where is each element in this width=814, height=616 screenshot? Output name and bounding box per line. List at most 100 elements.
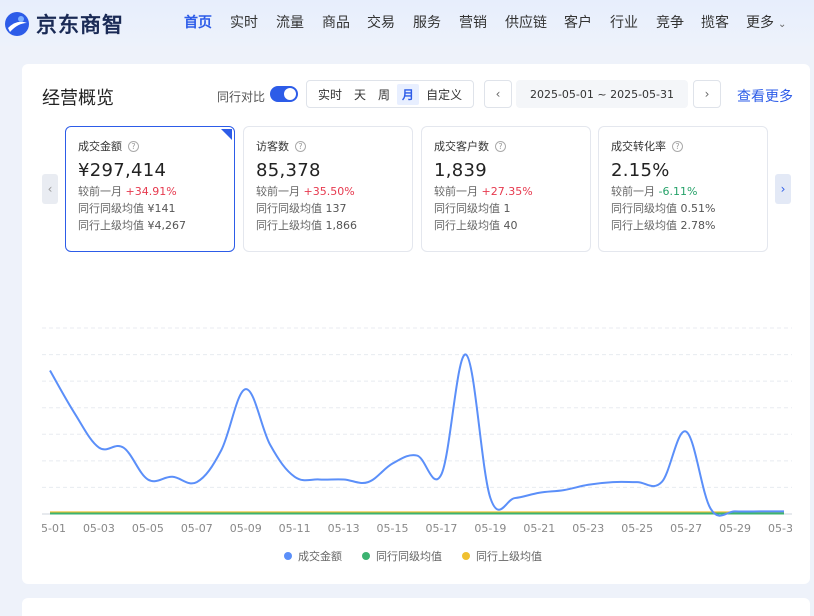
kpi-peer-same-row: 同行同级均值 137 — [256, 200, 412, 217]
peer-same-label: 同行同级均值 — [78, 202, 144, 215]
chevron-right-icon: › — [704, 87, 710, 101]
x-tick-label: 05-29 — [719, 522, 751, 535]
kpi-value: ¥297,414 — [78, 160, 167, 181]
x-tick-label: 05-25 — [621, 522, 653, 535]
trend-line-chart: 05-01 05-03 05-05 05-07 05-09 05-11 05-13 05-15… — [42, 327, 792, 535]
chevron-down-icon: ⌄ — [778, 19, 787, 30]
peer-upper-label: 同行上级均值 — [434, 219, 500, 232]
question-mark-icon[interactable]: ? — [495, 140, 506, 152]
nav-item-8[interactable]: 客户 — [564, 0, 592, 46]
nav-item-label: 更多 — [746, 15, 774, 31]
kpi-peer-same-row: 同行同级均值 ¥141 — [78, 200, 234, 217]
x-tick-label: 05-03 — [83, 522, 115, 535]
kpi-scroll-right-button[interactable]: › — [775, 174, 791, 204]
nav-item-5[interactable]: 服务 — [413, 0, 441, 46]
brand-logo-icon — [5, 12, 29, 36]
nav-item-9[interactable]: 行业 — [610, 0, 638, 46]
question-mark-icon[interactable]: ? — [295, 140, 306, 152]
brand-name: 京东商智 — [36, 13, 124, 37]
peer-same-label: 同行同级均值 — [256, 202, 322, 215]
date-range-display[interactable]: 2025-05-01 ~ 2025-05-31 — [516, 80, 688, 108]
compare-label: 较前一月 — [434, 185, 478, 198]
period-option-2[interactable]: 周 — [373, 84, 395, 105]
kpi-scroll-left-button[interactable]: ‹ — [42, 174, 58, 204]
kpi-name-row: 访客数? — [256, 139, 412, 153]
nav-item-2[interactable]: 流量 — [276, 0, 304, 46]
legend-dot — [462, 552, 470, 560]
chevron-left-icon: ‹ — [495, 87, 501, 101]
x-tick-label: 05-17 — [425, 522, 457, 535]
page-title: 经营概览 — [42, 88, 114, 109]
see-more-link[interactable]: 查看更多 — [737, 86, 793, 106]
period-option-1[interactable]: 天 — [349, 84, 371, 105]
legend-label: 同行同级均值 — [376, 550, 442, 563]
x-tick-label: 05-05 — [132, 522, 164, 535]
nav-item-4[interactable]: 交易 — [367, 0, 395, 46]
kpi-card[interactable]: 成交转化率? 2.15% 较前一月 -6.11% 同行同级均值 0.51% 同行上级均值… — [598, 126, 768, 252]
kpi-compare-row: 较前一月 +35.50% — [256, 183, 412, 200]
series-line-0[interactable] — [49, 353, 784, 517]
x-tick-label: 05-31 — [768, 522, 792, 535]
kpi-name-row: 成交转化率? — [611, 139, 767, 153]
nav-item-label: 行业 — [610, 15, 638, 31]
nav-item-label: 揽客 — [701, 15, 729, 31]
nav-item-label: 交易 — [367, 15, 395, 31]
nav-item-6[interactable]: 营销 — [459, 0, 487, 46]
peer-upper-value: ¥4,267 — [147, 219, 187, 232]
nav-item-11[interactable]: 揽客 — [701, 0, 729, 46]
kpi-peer-same-row: 同行同级均值 0.51% — [611, 200, 767, 217]
period-option-4[interactable]: 自定义 — [421, 84, 467, 105]
compare-value: -6.11% — [658, 185, 698, 198]
kpi-card[interactable]: 成交金额? ¥297,414 较前一月 +34.91% 同行同级均值 ¥141 同行上级… — [65, 126, 235, 252]
legend-item[interactable]: 同行同级均值 — [362, 548, 442, 564]
brand-logo[interactable]: 京东商智 — [4, 9, 124, 39]
x-tick-label: 05-01 — [42, 522, 66, 535]
x-tick-label: 05-07 — [181, 522, 213, 535]
question-mark-icon[interactable]: ? — [672, 140, 683, 152]
legend-item[interactable]: 同行上级均值 — [462, 548, 542, 564]
peer-upper-value: 1,866 — [325, 219, 358, 232]
compare-label: 较前一月 — [78, 185, 122, 198]
peer-same-value: ¥141 — [147, 202, 176, 215]
compare-label: 较前一月 — [256, 185, 300, 198]
kpi-name: 成交客户数 — [434, 140, 489, 153]
nav-item-0[interactable]: 首页 — [184, 0, 212, 46]
x-tick-label: 05-15 — [377, 522, 409, 535]
compare-value: +34.91% — [125, 185, 177, 198]
x-tick-label: 05-23 — [572, 522, 604, 535]
kpi-name-row: 成交金额? — [78, 139, 234, 153]
selected-corner-marker — [221, 129, 232, 140]
date-prev-button[interactable]: ‹ — [484, 80, 512, 108]
nav-item-label: 供应链 — [505, 15, 547, 31]
kpi-name: 访客数 — [256, 140, 289, 153]
compare-label: 较前一月 — [611, 185, 655, 198]
nav-item-10[interactable]: 竞争 — [656, 0, 684, 46]
kpi-name-row: 成交客户数? — [434, 139, 590, 153]
kpi-peer-upper-row: 同行上级均值 40 — [434, 217, 590, 234]
kpi-card[interactable]: 成交客户数? 1,839 较前一月 +27.35% 同行同级均值 1 同行上级均值 40 — [421, 126, 591, 252]
nav-item-12[interactable]: 更多 ⌄ — [746, 0, 786, 46]
nav-item-label: 首页 — [184, 15, 212, 31]
kpi-peer-same-row: 同行同级均值 1 — [434, 200, 590, 217]
peer-same-label: 同行同级均值 — [434, 202, 500, 215]
nav-item-label: 客户 — [564, 15, 592, 31]
peer-upper-label: 同行上级均值 — [78, 219, 144, 232]
business-overview-card: 经营概览 同行对比 实时天周月自定义 ‹ 2025-05-01 ~ 2025-0… — [22, 64, 810, 584]
question-mark-icon[interactable]: ? — [128, 140, 139, 152]
date-next-button[interactable]: › — [693, 80, 721, 108]
peer-compare-toggle[interactable] — [270, 86, 298, 102]
nav-item-3[interactable]: 商品 — [322, 0, 350, 46]
kpi-card[interactable]: 访客数? 85,378 较前一月 +35.50% 同行同级均值 137 同行上级均值 1… — [243, 126, 413, 252]
period-option-3[interactable]: 月 — [397, 83, 420, 105]
nav-item-label: 实时 — [230, 15, 258, 31]
nav-item-label: 商品 — [322, 15, 350, 31]
period-option-0[interactable]: 实时 — [313, 84, 347, 105]
legend-label: 成交金额 — [298, 550, 342, 563]
kpi-name: 成交转化率 — [611, 140, 666, 153]
nav-item-1[interactable]: 实时 — [230, 0, 258, 46]
legend-item[interactable]: 成交金额 — [284, 548, 342, 564]
kpi-value: 85,378 — [256, 160, 321, 181]
peer-upper-value: 2.78% — [680, 219, 716, 232]
kpi-compare-row: 较前一月 +34.91% — [78, 183, 234, 200]
nav-item-7[interactable]: 供应链 — [505, 0, 547, 46]
